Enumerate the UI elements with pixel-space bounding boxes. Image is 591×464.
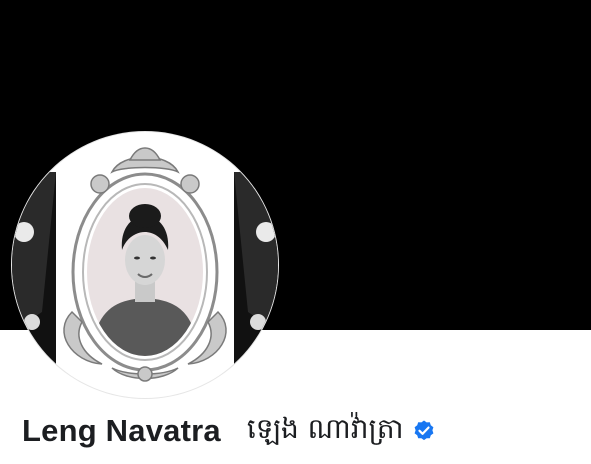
profile-picture[interactable] [12, 132, 278, 398]
profile-name-row: Leng Navatra ឡេង ណាវ៉ាត្រា [22, 405, 436, 457]
profile-name: Leng Navatra [22, 413, 221, 448]
profile-page: Leng Navatra ឡេង ណាវ៉ាត្រា [0, 0, 591, 464]
memorial-portrait-image [12, 147, 278, 398]
profile-alt-name: ឡេង ណាវ៉ាត្រា [246, 411, 404, 445]
verified-badge-icon[interactable] [412, 419, 436, 443]
